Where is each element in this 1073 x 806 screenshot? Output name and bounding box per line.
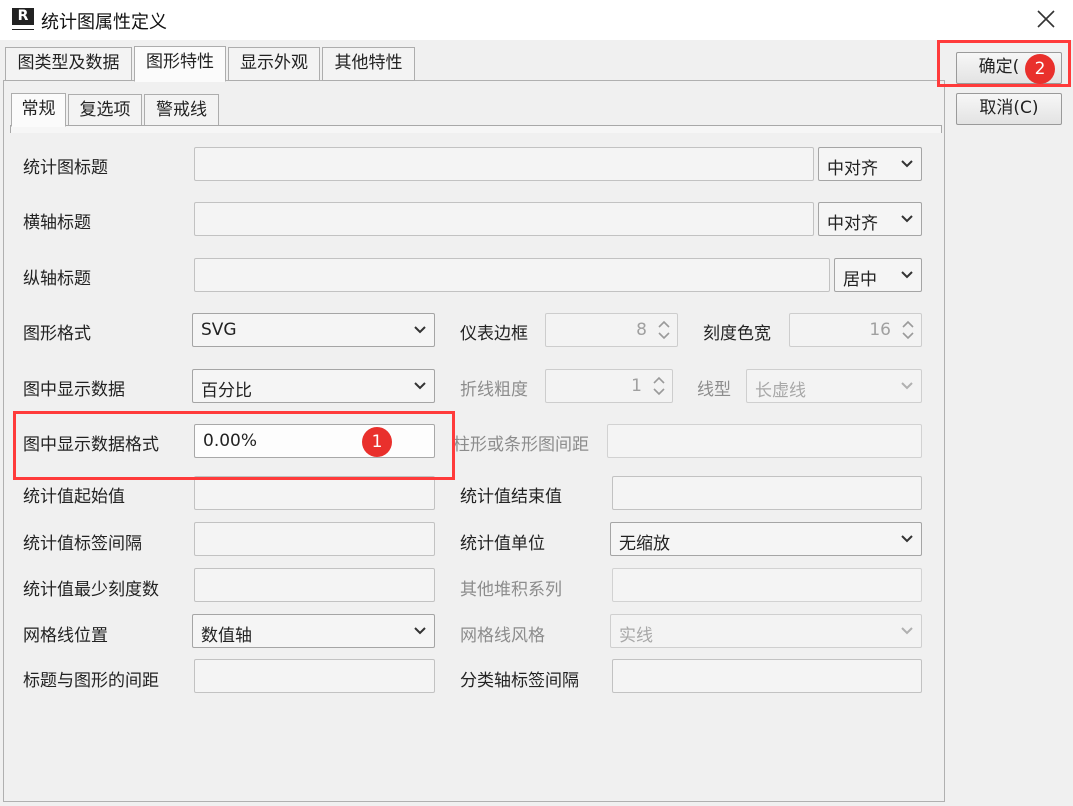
x-axis-title-align-select[interactable]: 中对齐 — [818, 202, 922, 236]
grid-style-label: 网格线风格 — [460, 626, 545, 646]
x-axis-title-input[interactable] — [194, 202, 814, 236]
chevron-down-icon — [414, 382, 426, 390]
close-icon — [1037, 10, 1055, 28]
line-thickness-spinner[interactable]: 1 — [545, 369, 673, 403]
stat-start-input[interactable] — [194, 476, 435, 510]
category-interval-input[interactable] — [612, 659, 922, 693]
stat-interval-label: 统计值标签间隔 — [23, 534, 142, 554]
chart-title-align-select[interactable]: 中对齐 — [818, 147, 922, 181]
display-data-label: 图中显示数据 — [23, 380, 125, 400]
y-axis-title-align-select[interactable]: 居中 — [834, 258, 922, 292]
cancel-button[interactable]: 取消(C) — [956, 93, 1062, 125]
spinner-arrows-icon — [658, 320, 670, 340]
chevron-down-icon — [901, 160, 913, 168]
subtab-options[interactable]: 复选项 — [68, 94, 142, 126]
step-marker-2: 2 — [1025, 54, 1055, 84]
title-spacing-label: 标题与图形的间距 — [23, 671, 159, 691]
stat-interval-input[interactable] — [194, 522, 435, 556]
title-bar: R 统计图属性定义 — [0, 0, 1073, 40]
tab-other-properties[interactable]: 其他特性 — [322, 47, 415, 81]
chart-title-input[interactable] — [194, 147, 814, 181]
bar-spacing-input[interactable] — [607, 424, 922, 458]
stat-unit-label: 统计值单位 — [460, 534, 545, 554]
chevron-down-icon — [414, 627, 426, 635]
grid-position-label: 网格线位置 — [23, 626, 108, 646]
stat-start-label: 统计值起始值 — [23, 487, 125, 507]
display-data-select[interactable]: 百分比 — [192, 369, 435, 403]
stat-end-label: 统计值结束值 — [460, 487, 562, 507]
y-axis-title-input[interactable] — [194, 258, 830, 292]
scale-width-label: 刻度色宽 — [703, 324, 771, 344]
stat-end-input[interactable] — [612, 476, 922, 510]
chevron-down-icon — [901, 382, 913, 390]
spinner-arrows-icon — [902, 320, 914, 340]
tab-display-appearance[interactable]: 显示外观 — [228, 47, 320, 81]
stat-min-ticks-input[interactable] — [194, 568, 435, 602]
meter-border-spinner[interactable]: 8 — [545, 313, 678, 347]
y-axis-title-label: 纵轴标题 — [23, 269, 91, 289]
other-stack-label: 其他堆积系列 — [460, 580, 562, 600]
grid-position-select[interactable]: 数值轴 — [192, 614, 435, 648]
grid-style-select[interactable]: 实线 — [610, 614, 922, 648]
stat-min-ticks-label: 统计值最少刻度数 — [23, 580, 159, 600]
chevron-down-icon — [901, 535, 913, 543]
line-type-label: 线型 — [697, 380, 731, 400]
scale-width-spinner[interactable]: 16 — [789, 313, 922, 347]
graph-format-label: 图形格式 — [23, 324, 91, 344]
subtab-panel — [10, 125, 942, 133]
line-type-select[interactable]: 长虚线 — [746, 369, 922, 403]
subtab-warning-line[interactable]: 警戒线 — [144, 94, 219, 126]
chart-title-label: 统计图标题 — [23, 158, 108, 178]
subtab-general[interactable]: 常规 — [11, 93, 66, 127]
chevron-down-icon — [901, 215, 913, 223]
chevron-down-icon — [901, 627, 913, 635]
chevron-down-icon — [414, 326, 426, 334]
chevron-down-icon — [901, 271, 913, 279]
close-button[interactable] — [1028, 2, 1064, 36]
category-interval-label: 分类轴标签间隔 — [460, 671, 579, 691]
window-title: 统计图属性定义 — [41, 12, 167, 33]
meter-border-label: 仪表边框 — [460, 324, 528, 344]
line-thickness-label: 折线粗度 — [460, 380, 528, 400]
tab-chart-type-data[interactable]: 图类型及数据 — [5, 47, 132, 81]
stat-unit-select[interactable]: 无缩放 — [610, 522, 922, 556]
app-logo-icon: R — [12, 8, 34, 30]
other-stack-input[interactable] — [612, 568, 922, 602]
x-axis-title-label: 横轴标题 — [23, 213, 91, 233]
bar-spacing-label: 柱形或条形图间距 — [453, 435, 589, 455]
step-marker-1: 1 — [362, 427, 392, 457]
title-spacing-input[interactable] — [194, 659, 435, 693]
tab-graph-properties[interactable]: 图形特性 — [134, 46, 226, 82]
graph-format-select[interactable]: SVG — [192, 313, 435, 347]
spinner-arrows-icon — [653, 376, 665, 396]
